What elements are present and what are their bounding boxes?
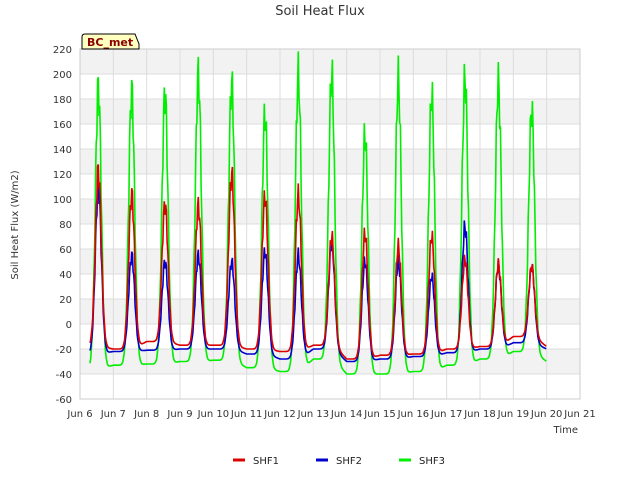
x-tick-label: Jun 8: [133, 409, 159, 420]
plot-band: [80, 274, 580, 299]
plot-band: [80, 49, 580, 74]
badge-text: BC_met: [87, 36, 133, 49]
x-tick-label: Jun 10: [197, 409, 230, 420]
x-tick-label: Jun 13: [297, 409, 330, 420]
y-tick-label: -40: [56, 370, 72, 381]
y-tick-label: 180: [53, 95, 72, 106]
soil-heat-flux-chart: Soil Heat Flux -60 -40 -20 0 20 40 60 80 100 120 1…: [10, 4, 596, 467]
y-tick-label: 120: [53, 170, 72, 181]
x-tick-label: Jun 12: [263, 409, 296, 420]
x-tick-label: Jun 6: [66, 409, 92, 420]
x-tick-label: Jun 7: [100, 409, 126, 420]
y-tick-label: -20: [56, 345, 72, 356]
x-tick-label: Jun 15: [363, 409, 396, 420]
x-tick-label: Jun 21: [563, 409, 596, 420]
x-tick-label: Jun 14: [330, 409, 363, 420]
y-tick-label: 80: [59, 220, 72, 231]
legend-label-shf3: SHF3: [419, 456, 445, 467]
x-tick-label: Jun 19: [497, 409, 530, 420]
plot-band: [80, 174, 580, 199]
x-axis-label: Time: [553, 425, 578, 436]
x-tick-label: Jun 16: [397, 409, 430, 420]
legend-label-shf1: SHF1: [253, 456, 279, 467]
legend-label-shf2: SHF2: [336, 456, 362, 467]
y-tick-label: 140: [53, 145, 72, 156]
chart-title: Soil Heat Flux: [275, 4, 365, 19]
x-tick-label: Jun 20: [530, 409, 563, 420]
x-tick-label: Jun 9: [166, 409, 192, 420]
y-tick-label: 100: [53, 195, 72, 206]
y-tick-label: 160: [53, 120, 72, 131]
y-tick-label: 60: [59, 245, 72, 256]
y-tick-label: -60: [56, 395, 72, 406]
x-tick-label: Jun 18: [463, 409, 496, 420]
y-tick-label: 200: [53, 70, 72, 81]
y-tick-label: 0: [66, 320, 72, 331]
y-tick-label: 20: [59, 295, 72, 306]
y-tick-label: 40: [59, 270, 72, 281]
y-axis-label: Soil Heat Flux (W/m2): [10, 170, 21, 279]
legend: SHF1 SHF2 SHF3: [233, 456, 445, 467]
x-tick-labels: Jun 6 Jun 7 Jun 8 Jun 9 Jun 10 Jun 11 Jun 12 Ju…: [66, 409, 595, 420]
y-tick-label: 220: [53, 45, 72, 56]
x-tick-label: Jun 17: [430, 409, 463, 420]
plot-band: [80, 199, 580, 224]
x-tick-label: Jun 11: [230, 409, 263, 420]
plot-band: [80, 374, 580, 399]
y-tick-labels: -60 -40 -20 0 20 40 60 80 100 120 140 160 180 200 220: [53, 45, 72, 406]
badge: BC_met: [81, 33, 140, 50]
